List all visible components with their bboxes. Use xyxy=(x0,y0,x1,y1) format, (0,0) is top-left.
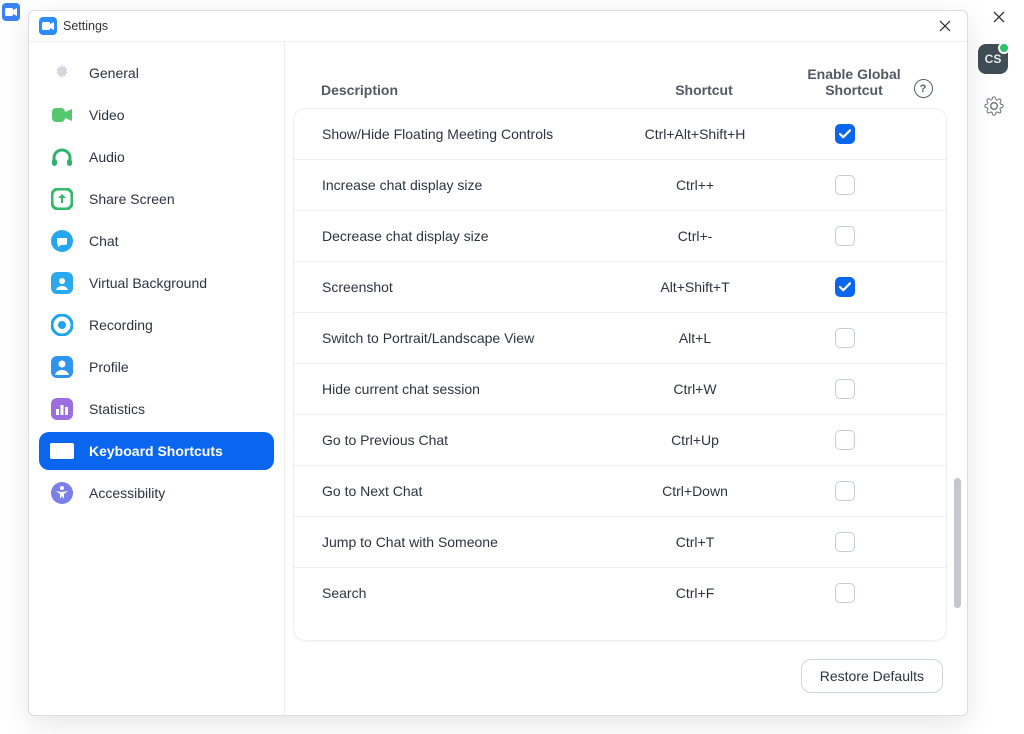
shortcut-keys[interactable]: Ctrl+F xyxy=(600,585,790,601)
statistics-icon xyxy=(49,396,75,422)
sidebar-item-label: Keyboard Shortcuts xyxy=(89,443,264,459)
enable-global-checkbox[interactable] xyxy=(835,532,855,552)
close-icon xyxy=(939,20,951,32)
sidebar-item-label: Profile xyxy=(89,359,264,375)
sidebar-item-audio[interactable]: Audio xyxy=(39,138,274,176)
header-help[interactable]: ? xyxy=(909,79,937,98)
sidebar-item-accessibility[interactable]: Accessibility xyxy=(39,474,274,512)
gear-icon xyxy=(49,60,75,86)
settings-modal: Settings General Video Audio Share Screen Ch… xyxy=(28,10,968,716)
shortcut-description: Screenshot xyxy=(322,279,600,295)
enable-global-checkbox[interactable] xyxy=(835,583,855,603)
share-screen-icon xyxy=(49,186,75,212)
header-description: Description xyxy=(321,82,609,98)
enable-global-checkbox[interactable] xyxy=(835,175,855,195)
sidebar-item-share-screen[interactable]: Share Screen xyxy=(39,180,274,218)
virtual-background-icon xyxy=(49,270,75,296)
enable-global-checkbox[interactable] xyxy=(835,328,855,348)
shortcut-description: Switch to Portrait/Landscape View xyxy=(322,330,600,346)
shortcut-keys[interactable]: Ctrl+W xyxy=(600,381,790,397)
restore-defaults-button[interactable]: Restore Defaults xyxy=(801,659,943,693)
accessibility-icon xyxy=(49,480,75,506)
shortcut-keys[interactable]: Ctrl+Down xyxy=(600,483,790,499)
shortcut-keys[interactable]: Alt+L xyxy=(600,330,790,346)
headphones-icon xyxy=(49,144,75,170)
shortcut-row: Switch to Portrait/Landscape ViewAlt+L xyxy=(294,313,946,364)
sidebar-item-label: Recording xyxy=(89,317,264,333)
shortcut-row: Increase chat display sizeCtrl++ xyxy=(294,160,946,211)
shortcut-description: Go to Previous Chat xyxy=(322,432,600,448)
sidebar-item-label: Virtual Background xyxy=(89,275,264,291)
avatar-initials: CS xyxy=(985,52,1002,66)
close-button[interactable] xyxy=(933,14,957,38)
header-enable-global: Enable Global Shortcut xyxy=(799,66,909,98)
shortcut-description: Hide current chat session xyxy=(322,381,600,397)
shortcut-description: Increase chat display size xyxy=(322,177,600,193)
shortcut-keys[interactable]: Ctrl+T xyxy=(600,534,790,550)
app-logo-icon xyxy=(2,3,20,21)
shortcut-row: ScreenshotAlt+Shift+T xyxy=(294,262,946,313)
profile-icon xyxy=(49,354,75,380)
enable-global-checkbox[interactable] xyxy=(835,226,855,246)
shortcut-row: Hide current chat sessionCtrl+W xyxy=(294,364,946,415)
enable-global-checkbox[interactable] xyxy=(835,481,855,501)
table-header: Description Shortcut Enable Global Short… xyxy=(285,42,967,108)
sidebar-item-general[interactable]: General xyxy=(39,54,274,92)
enable-global-checkbox[interactable] xyxy=(835,124,855,144)
shortcut-description: Jump to Chat with Someone xyxy=(322,534,600,550)
sidebar-item-profile[interactable]: Profile xyxy=(39,348,274,386)
scrollbar-thumb[interactable] xyxy=(954,478,961,608)
sidebar-item-label: Audio xyxy=(89,149,264,165)
sidebar-item-video[interactable]: Video xyxy=(39,96,274,134)
chat-icon xyxy=(49,228,75,254)
shortcut-keys[interactable]: Ctrl++ xyxy=(600,177,790,193)
shortcut-row: Jump to Chat with SomeoneCtrl+T xyxy=(294,517,946,568)
shortcut-keys[interactable]: Ctrl+Up xyxy=(600,432,790,448)
settings-main: Description Shortcut Enable Global Short… xyxy=(285,42,967,715)
shortcut-description: Search xyxy=(322,585,600,601)
shortcut-list: Show/Hide Floating Meeting ControlsCtrl+… xyxy=(293,108,947,641)
settings-sidebar: General Video Audio Share Screen Chat Virtual… xyxy=(29,42,285,715)
shortcut-description: Show/Hide Floating Meeting Controls xyxy=(322,126,600,142)
shortcut-row: Show/Hide Floating Meeting ControlsCtrl+… xyxy=(294,109,946,160)
sidebar-item-recording[interactable]: Recording xyxy=(39,306,274,344)
sidebar-item-chat[interactable]: Chat xyxy=(39,222,274,260)
window-title: Settings xyxy=(63,19,108,33)
shortcut-row: Go to Next ChatCtrl+Down xyxy=(294,466,946,517)
shortcut-description: Go to Next Chat xyxy=(322,483,600,499)
shortcut-keys[interactable]: Alt+Shift+T xyxy=(600,279,790,295)
sidebar-item-label: Accessibility xyxy=(89,485,264,501)
shortcut-keys[interactable]: Ctrl+Alt+Shift+H xyxy=(600,126,790,142)
app-close-icon[interactable] xyxy=(988,6,1010,28)
sidebar-item-label: Statistics xyxy=(89,401,264,417)
enable-global-checkbox[interactable] xyxy=(835,379,855,399)
avatar[interactable]: CS xyxy=(978,44,1008,74)
header-shortcut: Shortcut xyxy=(609,82,799,98)
shortcut-row: Go to Previous ChatCtrl+Up xyxy=(294,415,946,466)
sidebar-item-label: General xyxy=(89,65,264,81)
help-icon: ? xyxy=(914,79,933,98)
shortcut-keys[interactable]: Ctrl+- xyxy=(600,228,790,244)
sidebar-item-label: Share Screen xyxy=(89,191,264,207)
titlebar: Settings xyxy=(29,11,967,42)
video-icon xyxy=(49,102,75,128)
zoom-logo-icon xyxy=(39,17,57,35)
keyboard-icon xyxy=(49,438,75,464)
shortcut-row: SearchCtrl+F xyxy=(294,568,946,618)
sidebar-item-label: Video xyxy=(89,107,264,123)
shortcut-row: Decrease chat display sizeCtrl+- xyxy=(294,211,946,262)
settings-gear-icon[interactable] xyxy=(984,96,1004,121)
sidebar-item-label: Chat xyxy=(89,233,264,249)
shortcut-description: Decrease chat display size xyxy=(322,228,600,244)
enable-global-checkbox[interactable] xyxy=(835,430,855,450)
sidebar-item-virtual-background[interactable]: Virtual Background xyxy=(39,264,274,302)
enable-global-checkbox[interactable] xyxy=(835,277,855,297)
recording-icon xyxy=(49,312,75,338)
sidebar-item-statistics[interactable]: Statistics xyxy=(39,390,274,428)
sidebar-item-keyboard-shortcuts[interactable]: Keyboard Shortcuts xyxy=(39,432,274,470)
